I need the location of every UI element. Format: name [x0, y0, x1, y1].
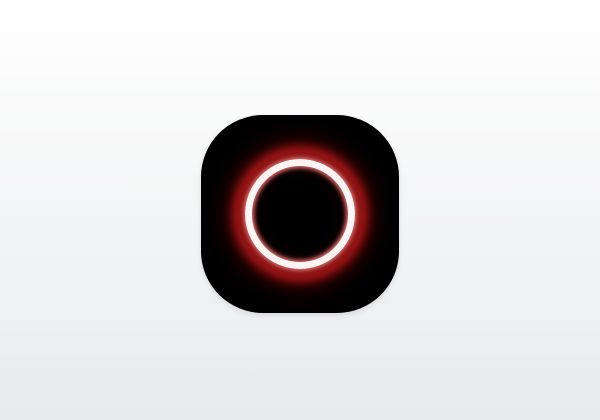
app-icon[interactable] — [201, 115, 399, 313]
desktop-background — [0, 0, 600, 420]
neon-ring-icon — [245, 159, 355, 269]
